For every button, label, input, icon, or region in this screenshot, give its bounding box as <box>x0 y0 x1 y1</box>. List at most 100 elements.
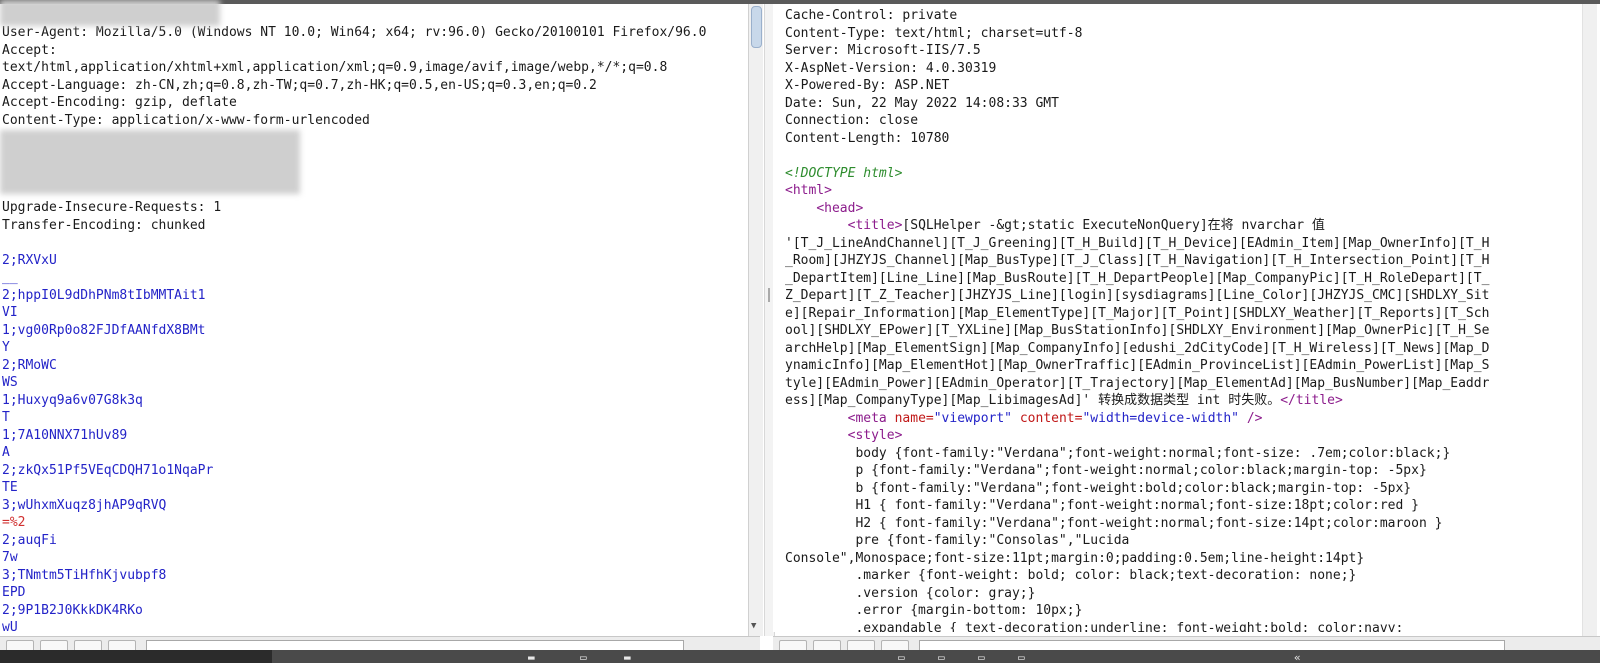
code-token: Accept: <box>2 42 57 58</box>
code-line[interactable]: .error {margin-bottom: 10px;} <box>785 602 1580 620</box>
code-line[interactable]: 2;hppI0L9dDhPNm8tIbMMTAit1 <box>2 287 748 305</box>
code-line[interactable]: <title>[SQLHelper -&gt;static ExecuteNon… <box>785 217 1580 235</box>
code-line[interactable]: WS <box>2 374 748 392</box>
code-line[interactable]: 2;RMoWC <box>2 357 748 375</box>
code-line[interactable]: tyle][EAdmin_Power][EAdmin_Operator][T_T… <box>785 375 1580 393</box>
code-line[interactable]: 7w <box>2 549 748 567</box>
code-line[interactable]: <meta name="viewport" content="width=dev… <box>785 410 1580 428</box>
taskbar: ▬ ▭ ▬ ▭ ▭ ▭ ▭ « <box>0 650 1600 664</box>
taskbar-app-icon[interactable]: ▭ <box>580 651 587 664</box>
redacted-area <box>0 0 220 26</box>
code-line[interactable]: Accept: <box>2 42 748 60</box>
code-line[interactable]: H1 { font-family:"Verdana";font-weight:n… <box>785 497 1580 515</box>
code-line[interactable]: 1;vg00Rp0o82FJDfAANfdX8BMt <box>2 322 748 340</box>
code-token: 2;RMoWC <box>2 357 57 373</box>
request-text[interactable]: User-Agent: Mozilla/5.0 (Windows NT 10.0… <box>0 4 748 632</box>
code-line[interactable]: <html> <box>785 182 1580 200</box>
code-token: A <box>2 445 10 460</box>
code-line[interactable]: Transfer-Encoding: chunked <box>2 217 748 235</box>
code-line[interactable]: A <box>2 444 748 462</box>
code-line[interactable]: p {font-family:"Verdana";font-weight:nor… <box>785 462 1580 480</box>
request-search-bar <box>0 636 760 652</box>
code-line[interactable]: ool][SHDLXY_EPower][T_YXLine][Map_BusSta… <box>785 322 1580 340</box>
taskbar-app-icon[interactable]: ▭ <box>938 651 945 664</box>
code-line[interactable]: 2;RXVxU <box>2 252 748 270</box>
code-line[interactable]: .expandable { text-decoration:underline;… <box>785 620 1580 633</box>
code-token: Content-Length: 10780 <box>785 130 950 146</box>
code-line[interactable]: Content-Type: text/html; charset=utf-8 <box>785 25 1580 43</box>
code-line[interactable]: pre {font-family:"Consolas","Lucida <box>785 532 1580 550</box>
code-line[interactable]: 1;Huxyq9a6v07G8k3q <box>2 392 748 410</box>
code-line[interactable]: 2;9P1B2J0KkkDK4RKo <box>2 602 748 620</box>
code-line[interactable]: '[T_J_LineAndChannel][T_J_Greening][T_H_… <box>785 235 1580 253</box>
code-line[interactable] <box>785 147 1580 165</box>
response-scrollbar[interactable] <box>1582 4 1597 636</box>
code-token: <!DOCTYPE html> <box>785 165 903 181</box>
code-line[interactable]: _DepartItem][Line_Line][Map_BusRoute][T_… <box>785 270 1580 288</box>
code-line[interactable]: X-Powered-By: ASP.NET <box>785 77 1580 95</box>
taskbar-app-icon[interactable]: ▭ <box>898 651 905 664</box>
code-token: Console",Monospace;font-size:11pt;margin… <box>785 550 1365 566</box>
code-line[interactable]: Content-Length: 10780 <box>785 130 1580 148</box>
code-line[interactable]: 2;auqFi <box>2 532 748 550</box>
code-token: Date: Sun, 22 May 2022 14:08:33 GMT <box>785 95 1059 111</box>
code-token: _Room][JHZYJS_Channel][Map_BusType][T_J_… <box>785 253 1490 268</box>
code-line[interactable]: H2 { font-family:"Verdana";font-weight:n… <box>785 515 1580 533</box>
code-line[interactable]: body {font-family:"Verdana";font-weight:… <box>785 445 1580 463</box>
taskbar-app-icon[interactable]: ▬ <box>528 651 535 664</box>
code-line[interactable]: User-Agent: Mozilla/5.0 (Windows NT 10.0… <box>2 24 748 42</box>
code-line[interactable]: 3;TNmtm5TiHfhKjvubpf8 <box>2 567 748 585</box>
code-line[interactable] <box>2 234 748 252</box>
request-scroll-thumb[interactable] <box>751 6 762 48</box>
code-line[interactable]: Content-Type: application/x-www-form-url… <box>2 112 748 130</box>
code-line[interactable]: ynamicInfo][Map_ElementHot][Map_OwnerTra… <box>785 357 1580 375</box>
code-line[interactable]: .version {color: gray;} <box>785 585 1580 603</box>
code-token: e][Repair_Information][Map_ElementType][… <box>785 305 1490 321</box>
code-line[interactable]: =%2 <box>2 514 748 532</box>
request-scrollbar[interactable]: ▼ <box>748 4 763 636</box>
code-line[interactable]: T <box>2 409 748 427</box>
code-line[interactable]: Z_Depart][T_Z_Teacher][JHZYJS_Line][logi… <box>785 287 1580 305</box>
code-line[interactable]: Accept-Language: zh-CN,zh;q=0.8,zh-TW;q=… <box>2 77 748 95</box>
code-line[interactable]: TE <box>2 479 748 497</box>
code-line[interactable]: wU <box>2 619 748 632</box>
code-line[interactable]: _Room][JHZYJS_Channel][Map_BusType][T_J_… <box>785 252 1580 270</box>
code-line[interactable]: Connection: close <box>785 112 1580 130</box>
code-line[interactable]: 2;zkQx51Pf5VEqCDQH71o1NqaPr <box>2 462 748 480</box>
code-line[interactable]: Accept-Encoding: gzip, deflate <box>2 94 748 112</box>
code-line[interactable]: ess][Map_CompanyType][Map_LibimagesAd]' … <box>785 392 1580 410</box>
response-viewer[interactable]: Cache-Control: private Content-Type: text… <box>773 4 1580 632</box>
code-line[interactable]: <style> <box>785 427 1580 445</box>
code-line[interactable]: .marker {font-weight: bold; color: black… <box>785 567 1580 585</box>
request-editor[interactable]: User-Agent: Mozilla/5.0 (Windows NT 10.0… <box>0 4 748 632</box>
code-token: __ <box>2 270 18 285</box>
taskbar-app-icon[interactable]: ▬ <box>624 651 631 664</box>
code-token: 3;TNmtm5TiHfhKjvubpf8 <box>2 567 167 583</box>
code-line[interactable]: X-AspNet-Version: 4.0.30319 <box>785 60 1580 78</box>
code-line[interactable]: Console",Monospace;font-size:11pt;margin… <box>785 550 1580 568</box>
code-token: 7w <box>2 550 18 565</box>
code-line[interactable]: __ <box>2 269 748 287</box>
code-line[interactable]: 1;7A10NNX71hUv89 <box>2 427 748 445</box>
code-line[interactable]: Server: Microsoft-IIS/7.5 <box>785 42 1580 60</box>
code-line[interactable]: e][Repair_Information][Map_ElementType][… <box>785 305 1580 323</box>
response-text[interactable]: Cache-Control: private Content-Type: text… <box>773 4 1580 632</box>
chevron-left-icon[interactable]: « <box>1294 651 1301 664</box>
code-line[interactable]: <!DOCTYPE html> <box>785 165 1580 183</box>
taskbar-app-icon[interactable]: ▭ <box>1018 651 1025 664</box>
code-line[interactable]: VI <box>2 304 748 322</box>
code-line[interactable]: <head> <box>785 200 1580 218</box>
taskbar-app-icon[interactable]: ▭ <box>978 651 985 664</box>
splitter-grip-icon[interactable] <box>768 288 770 302</box>
code-line[interactable]: b {font-family:"Verdana";font-weight:bol… <box>785 480 1580 498</box>
code-line[interactable]: text/html,application/xhtml+xml,applicat… <box>2 59 748 77</box>
scroll-down-arrow-icon[interactable]: ▼ <box>751 621 756 631</box>
code-line[interactable]: Upgrade-Insecure-Requests: 1 <box>2 199 748 217</box>
code-line[interactable]: archHelp][Map_ElementSign][Map_CompanyIn… <box>785 340 1580 358</box>
code-line[interactable]: EPD <box>2 584 748 602</box>
code-line[interactable]: Cache-Control: private <box>785 7 1580 25</box>
code-line[interactable]: Y <box>2 339 748 357</box>
code-line[interactable]: Date: Sun, 22 May 2022 14:08:33 GMT <box>785 95 1580 113</box>
code-line[interactable]: 3;wUhxmXuqz8jhAP9qRVQ <box>2 497 748 515</box>
code-token: .version {color: gray;} <box>785 585 1036 601</box>
